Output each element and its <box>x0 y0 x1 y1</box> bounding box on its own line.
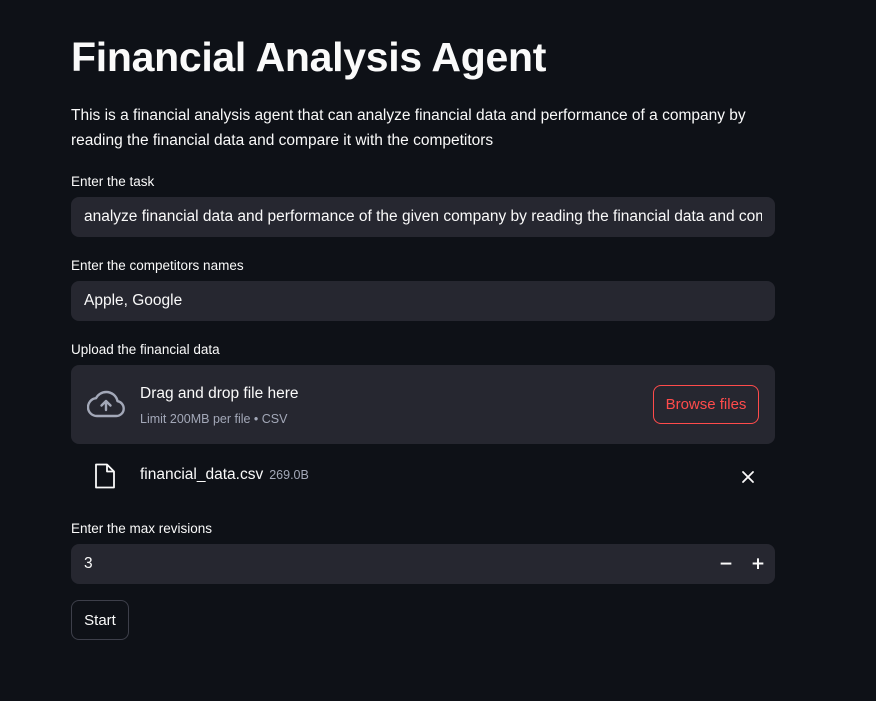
max-revisions-value[interactable]: 3 <box>84 555 93 573</box>
dropzone-limit: Limit 200MB per file • CSV <box>140 412 288 426</box>
close-icon <box>742 471 754 483</box>
upload-label: Upload the financial data <box>71 342 220 357</box>
uploaded-file-name: financial_data.csv 269.0B <box>140 466 309 484</box>
competitors-label: Enter the competitors names <box>71 258 244 273</box>
browse-files-button[interactable]: Browse files <box>653 385 759 424</box>
uploaded-file-row: financial_data.csv 269.0B <box>71 455 775 497</box>
file-icon <box>95 463 115 489</box>
task-label: Enter the task <box>71 174 155 189</box>
page-title: Financial Analysis Agent <box>71 34 547 80</box>
cloud-upload-icon <box>87 390 125 418</box>
max-revisions-label: Enter the max revisions <box>71 521 213 536</box>
decrement-button[interactable]: − <box>714 552 738 576</box>
start-button[interactable]: Start <box>71 600 129 640</box>
file-dropzone[interactable]: Drag and drop file here Limit 200MB per … <box>71 365 775 444</box>
remove-file-button[interactable] <box>737 466 759 488</box>
file-name-text: financial_data.csv <box>140 466 264 483</box>
dropzone-title: Drag and drop file here <box>140 385 299 402</box>
file-size: 269.0B <box>269 468 309 482</box>
increment-button[interactable]: + <box>746 552 770 576</box>
max-revisions-input[interactable]: 3 − + <box>71 544 775 584</box>
page-description: This is a financial analysis agent that … <box>71 107 746 149</box>
competitors-input[interactable] <box>71 281 775 321</box>
task-input[interactable] <box>71 197 775 237</box>
